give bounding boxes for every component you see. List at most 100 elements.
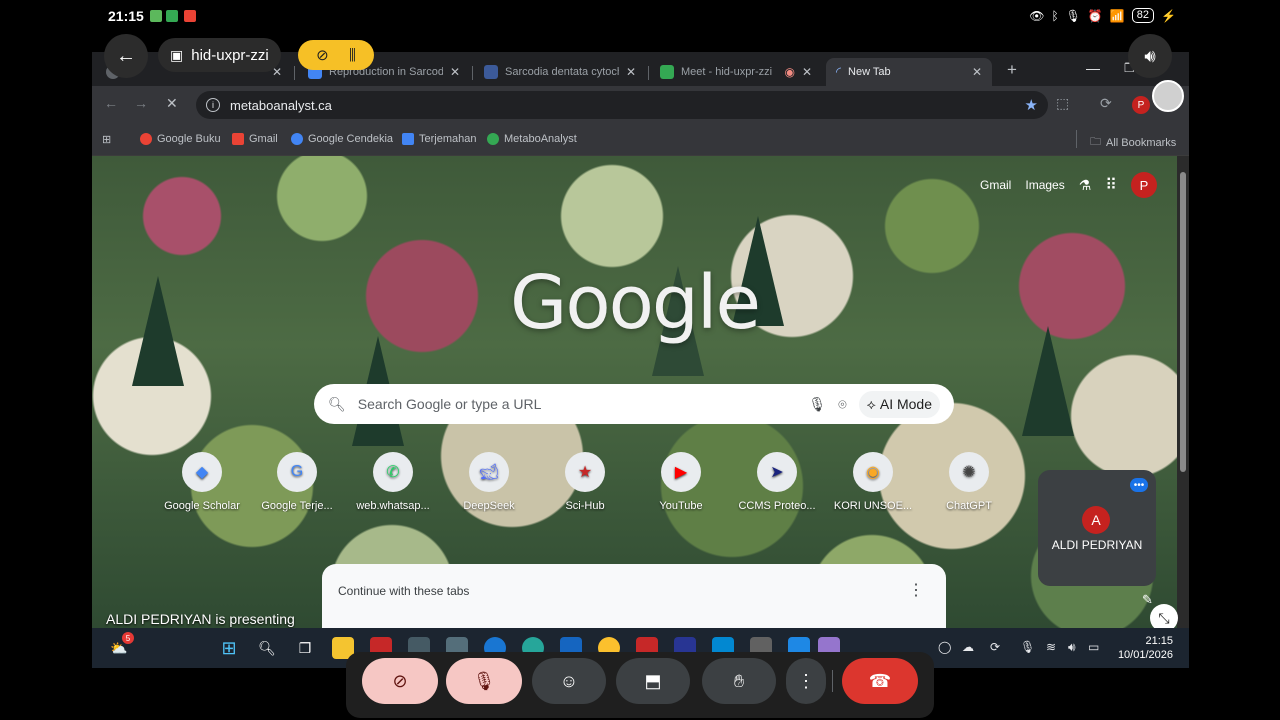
all-bookmarks-button[interactable]: 🗀 All Bookmarks bbox=[1090, 133, 1176, 152]
tab-separator bbox=[648, 66, 649, 80]
browser-toolbar: ← → ✕ i metaboanalyst.ca ★ ⬚ ⟳ P bbox=[92, 80, 1189, 124]
ai-mode-icon: ⟡ bbox=[866, 395, 876, 412]
close-icon[interactable]: ✕ bbox=[626, 65, 636, 79]
extensions-icon[interactable]: ⬚ bbox=[1056, 95, 1069, 112]
forward-arrow-icon[interactable]: → bbox=[134, 95, 148, 111]
more-options-button[interactable]: ⋮ bbox=[786, 658, 826, 704]
translate-icon: G bbox=[277, 452, 317, 492]
close-icon[interactable]: ✕ bbox=[450, 65, 460, 79]
mic-icon[interactable]: 🎙︎ bbox=[1020, 640, 1035, 654]
sync-icon[interactable]: ⟳ bbox=[990, 640, 1000, 654]
bookmark-terjemahan[interactable]: Terjemahan bbox=[402, 133, 476, 145]
bookmark-star-icon[interactable]: ★ bbox=[1025, 96, 1038, 114]
search-box[interactable]: 🔍︎ Search Google or type a URL 🎙︎ ⌾ ⟡ AI… bbox=[314, 384, 954, 424]
participant-tile[interactable]: ••• A ALDI PEDRIYAN bbox=[1038, 470, 1156, 586]
present-button[interactable]: ⬒ bbox=[616, 658, 690, 704]
voice-search-icon[interactable]: 🎙︎ bbox=[808, 396, 826, 413]
folder-icon: 🗀 bbox=[1090, 136, 1101, 148]
bookmark-metaboanalyst[interactable]: MetaboAnalyst bbox=[487, 133, 577, 145]
more-vert-icon[interactable]: ⋮ bbox=[908, 580, 924, 600]
apps-grid-icon[interactable]: ⊞ bbox=[102, 133, 111, 146]
account-avatar[interactable]: P bbox=[1131, 172, 1157, 198]
collapse-icon: ⤡ bbox=[1158, 609, 1170, 626]
shortcut-deepseek[interactable]: 🐋︎ DeepSeek bbox=[445, 452, 533, 512]
shortcut-chatgpt[interactable]: ✺ ChatGPT bbox=[925, 452, 1013, 512]
leave-call-button[interactable]: ☎ bbox=[842, 658, 918, 704]
presenter-avatar bbox=[1152, 80, 1184, 112]
shortcut-ccms-proteo[interactable]: ➤ CCMS Proteo... bbox=[733, 452, 821, 512]
shortcut-kori-unsoed[interactable]: ◉ KORI UNSOE... bbox=[829, 452, 917, 512]
youtube-icon: ▶ bbox=[661, 452, 701, 492]
shortcut-label: DeepSeek bbox=[463, 500, 515, 512]
wifi-icon: 📶 bbox=[1109, 8, 1125, 23]
images-link[interactable]: Images bbox=[1025, 178, 1064, 192]
minimize-icon[interactable]: — bbox=[1086, 60, 1100, 76]
lens-icon[interactable]: ⌾ bbox=[838, 396, 846, 413]
windows-start-icon[interactable]: ⊞ bbox=[218, 637, 240, 659]
speaker-icon: 🔊︎ bbox=[1144, 45, 1156, 66]
tab-favicon bbox=[484, 65, 498, 79]
onedrive-icon[interactable]: ☁ bbox=[962, 640, 974, 654]
back-button[interactable]: ← bbox=[104, 34, 148, 78]
battery-icon[interactable]: ▭ bbox=[1088, 640, 1099, 654]
tab-2[interactable]: Sarcodia dentata cytoch ✕ bbox=[474, 58, 646, 86]
shortcut-whatsapp[interactable]: ✆ web.whatsap... bbox=[349, 452, 437, 512]
tab-4[interactable]: ◜ New Tab ✕ bbox=[826, 58, 992, 86]
reactions-button[interactable]: ☺ bbox=[532, 658, 606, 704]
scrollbar-thumb[interactable] bbox=[1180, 172, 1186, 472]
site-info-icon[interactable]: i bbox=[206, 98, 220, 112]
shortcut-sci-hub[interactable]: ★ Sci-Hub bbox=[541, 452, 629, 512]
tray-chevron-icon[interactable]: ◯ bbox=[938, 640, 951, 654]
taskbar-clock[interactable]: 21:15 10/01/2026 bbox=[1118, 634, 1173, 662]
camera-toggle-button[interactable]: ⊘ bbox=[362, 658, 438, 704]
camera-mic-status-chip[interactable]: ⊘ ⫼ bbox=[298, 40, 374, 70]
address-bar[interactable]: i metaboanalyst.ca ★ bbox=[196, 91, 1048, 119]
back-arrow-icon[interactable]: ← bbox=[104, 95, 118, 111]
bookmark-label: Gmail bbox=[249, 133, 278, 145]
page-scrollbar[interactable] bbox=[1177, 156, 1189, 628]
more-options-icon[interactable]: ••• bbox=[1130, 478, 1148, 492]
chatgpt-icon: ✺ bbox=[949, 452, 989, 492]
kori-icon: ◉ bbox=[853, 452, 893, 492]
shortcut-google-scholar[interactable]: ◆ Google Scholar bbox=[158, 452, 246, 512]
bookmark-label: Terjemahan bbox=[419, 133, 477, 145]
ai-mode-button[interactable]: ⟡ AI Mode bbox=[858, 390, 940, 418]
google-logo: Google bbox=[510, 260, 761, 346]
bookmark-gmail[interactable]: Gmail bbox=[232, 133, 278, 145]
tab-label: Sarcodia dentata cytoch bbox=[505, 66, 619, 78]
stop-loading-icon[interactable]: ✕ bbox=[166, 95, 178, 112]
new-tab-button[interactable]: + bbox=[1007, 60, 1017, 80]
tab-3[interactable]: Meet - hid-uxpr-zzi ◉ ✕ bbox=[650, 58, 822, 86]
volume-icon[interactable]: 🔊︎ bbox=[1068, 640, 1076, 655]
task-view-icon[interactable]: ❐ bbox=[294, 637, 316, 659]
meeting-code-chip[interactable]: ▣ hid-uxpr-zzi bbox=[158, 38, 281, 72]
taskbar-date: 10/01/2026 bbox=[1117, 649, 1173, 661]
metaboanalyst-icon bbox=[487, 133, 499, 145]
apps-grid-icon[interactable]: ⠿ bbox=[1105, 175, 1117, 195]
close-icon[interactable]: ✕ bbox=[802, 65, 812, 79]
wifi-icon[interactable]: ≋ bbox=[1046, 640, 1056, 654]
gmail-link[interactable]: Gmail bbox=[980, 178, 1011, 192]
bookmark-google-cendekia[interactable]: Google Cendekia bbox=[291, 133, 393, 145]
shortcut-label: KORI UNSOE... bbox=[833, 500, 913, 512]
labs-icon[interactable]: ⚗ bbox=[1079, 177, 1092, 194]
bookmark-google-buku[interactable]: Google Buku bbox=[140, 133, 221, 145]
edit-pen-icon[interactable]: ✎ bbox=[1142, 592, 1153, 608]
status-time: 21:15 bbox=[108, 8, 144, 24]
search-icon[interactable]: 🔍︎ bbox=[256, 637, 278, 659]
shortcut-youtube[interactable]: ▶ YouTube bbox=[637, 452, 725, 512]
search-placeholder: Search Google or type a URL bbox=[357, 396, 542, 412]
tab-favicon bbox=[660, 65, 674, 79]
speaker-button[interactable]: 🔊︎ bbox=[1128, 34, 1172, 78]
present-screen-icon: ⬒ bbox=[644, 670, 662, 691]
mic-toggle-button[interactable]: 🎙︎ bbox=[446, 658, 522, 704]
search-icon: 🔍︎ bbox=[328, 395, 346, 412]
mic-off-icon: ⫼ bbox=[348, 46, 356, 64]
shortcut-google-translate[interactable]: G Google Terje... bbox=[253, 452, 341, 512]
notification-icon bbox=[150, 10, 162, 22]
profile-avatar[interactable]: P bbox=[1132, 96, 1150, 114]
raise-hand-button[interactable]: ✋︎ bbox=[702, 658, 776, 704]
close-icon[interactable]: ✕ bbox=[972, 65, 982, 79]
battery-indicator: 82 bbox=[1131, 8, 1155, 23]
sync-icon[interactable]: ⟳ bbox=[1100, 95, 1112, 112]
